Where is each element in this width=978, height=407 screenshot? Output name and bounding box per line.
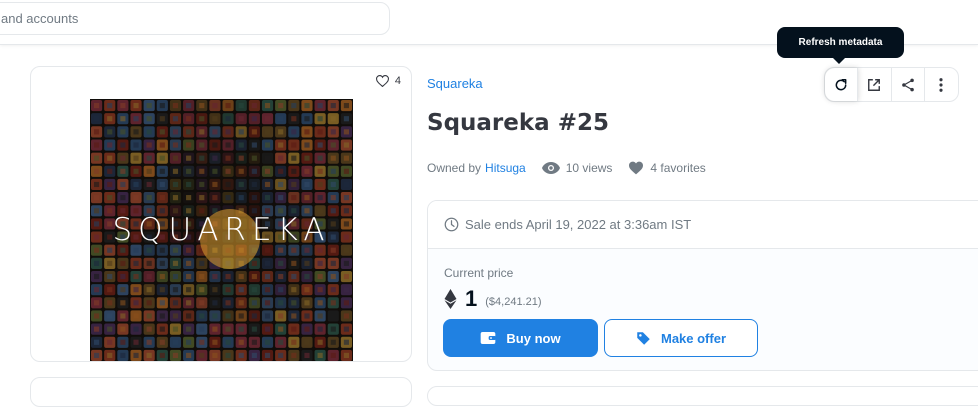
share-button[interactable]: [892, 68, 925, 101]
search-input[interactable]: and accounts: [0, 2, 390, 35]
art-text: SQUAREKA: [112, 212, 331, 248]
tag-icon: [637, 331, 650, 345]
price-row: 1 ($4,241.21): [444, 286, 542, 312]
heart-icon: [629, 161, 644, 175]
asset-image-card: 4 SQUAREKA: [30, 66, 412, 362]
sale-end-text: Sale ends April 19, 2022 at 3:36am IST: [465, 217, 692, 232]
description-card: [30, 377, 412, 407]
asset-image[interactable]: SQUAREKA: [90, 99, 353, 361]
owner-link[interactable]: Hitsuga: [485, 161, 526, 175]
favorite-button[interactable]: 4: [375, 75, 401, 87]
page-title: Squareka #25: [427, 110, 609, 136]
collection-link[interactable]: Squareka: [427, 76, 483, 91]
favorite-count: 4: [394, 75, 401, 87]
asset-actions: [824, 67, 959, 102]
listings-card: [427, 386, 978, 406]
price-value: 1: [465, 286, 478, 311]
more-icon: [939, 77, 943, 92]
favorites-count: 4 favorites: [650, 161, 706, 175]
asset-meta: Owned by Hitsuga 10 views 4 favorites: [427, 161, 706, 175]
owned-by-label: Owned by: [427, 161, 482, 175]
price-usd: ($4,241.21): [485, 295, 542, 308]
external-link-icon: [868, 78, 881, 91]
heart-outline-icon: [375, 75, 389, 87]
views-group: 10 views: [541, 161, 613, 175]
eye-icon: [541, 162, 560, 174]
tooltip: Refresh metadata: [777, 27, 904, 64]
refresh-icon: [835, 78, 847, 90]
buy-now-button[interactable]: Buy now: [443, 319, 598, 357]
make-offer-label: Make offer: [660, 330, 727, 346]
ethereum-icon: [444, 289, 457, 309]
wallet-icon: [481, 332, 497, 344]
sale-header: Sale ends April 19, 2022 at 3:36am IST: [428, 201, 978, 249]
refresh-metadata-button[interactable]: [825, 68, 859, 101]
buy-now-label: Buy now: [506, 330, 561, 346]
views-count: 10 views: [565, 161, 613, 175]
current-price-label: Current price: [444, 266, 514, 280]
sale-panel: Sale ends April 19, 2022 at 3:36am IST C…: [427, 200, 978, 371]
clock-icon: [444, 217, 459, 232]
view-original-button[interactable]: [858, 68, 892, 101]
make-offer-button[interactable]: Make offer: [604, 319, 758, 357]
search-placeholder: and accounts: [1, 11, 79, 26]
favorites-group[interactable]: 4 favorites: [628, 161, 706, 175]
more-options-button[interactable]: [925, 68, 958, 101]
share-icon: [901, 78, 914, 91]
